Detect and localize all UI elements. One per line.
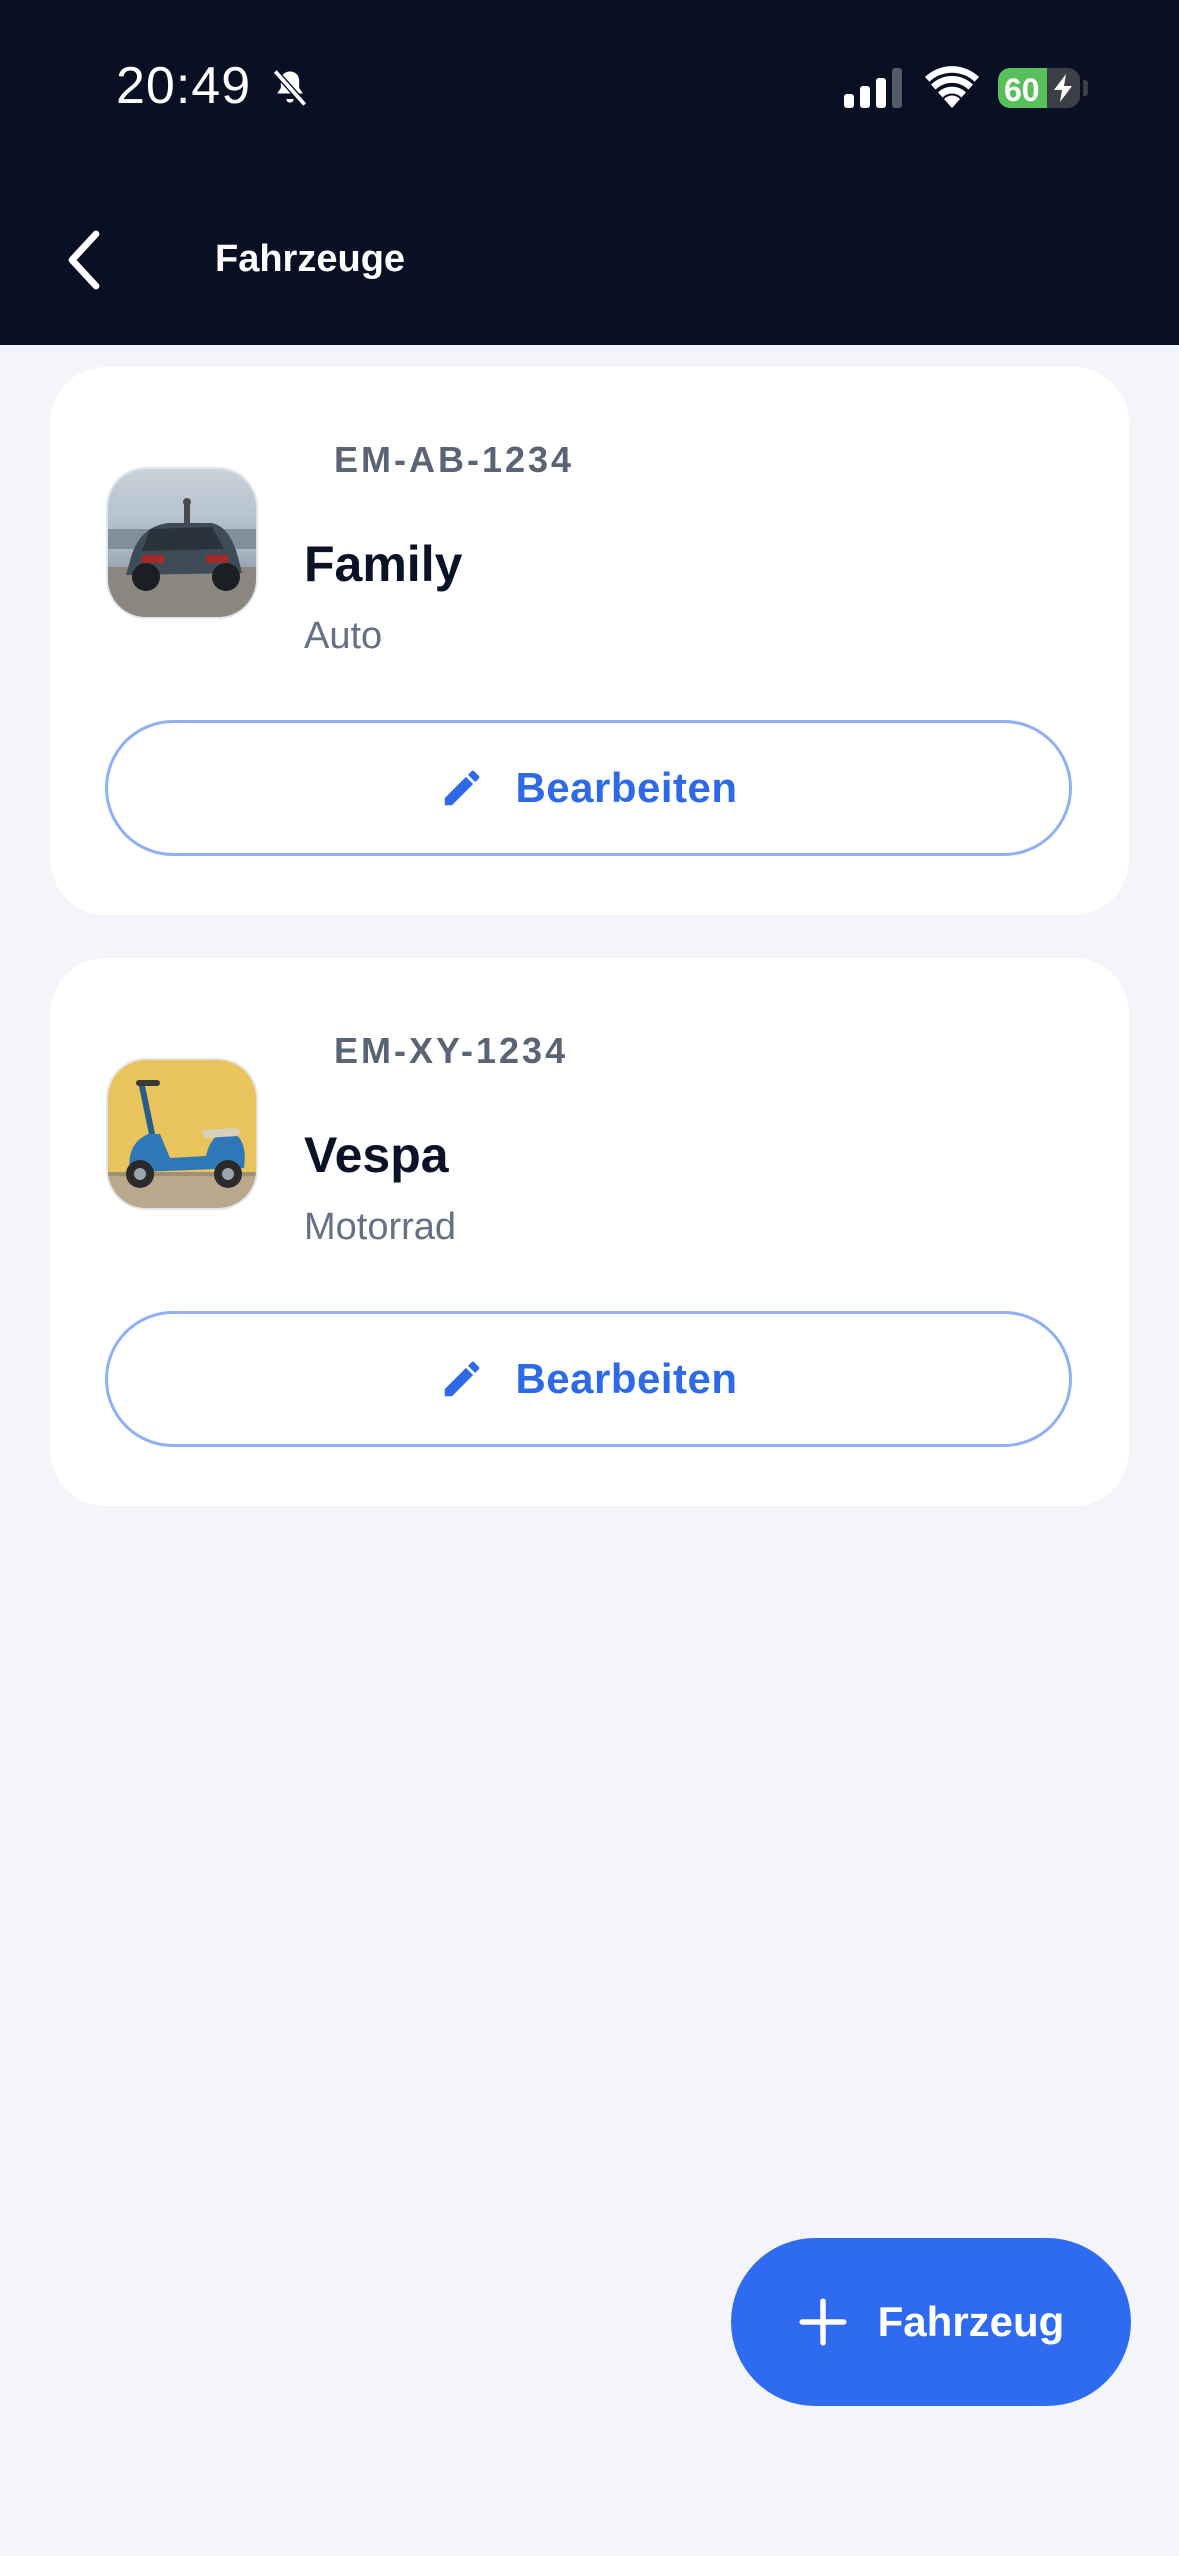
vehicle-name: Family [304, 536, 463, 592]
battery-charging-icon [1054, 74, 1072, 102]
vehicle-image [106, 467, 258, 619]
vehicle-card: EM-XY-1234 Vespa Motorrad Bearbeiten [50, 958, 1129, 1506]
app-header: 20:49 60 Fahrzeuge [0, 0, 1179, 345]
page-title: Fahrzeuge [215, 238, 406, 280]
vehicle-type: Auto [304, 615, 383, 657]
vehicle-card: EM-AB-1234 Family Auto Bearbeiten [50, 367, 1129, 915]
edit-button-label: Bearbeiten [515, 1355, 738, 1402]
plus-icon [799, 2298, 847, 2346]
wifi-icon [925, 66, 979, 108]
pencil-icon [445, 770, 480, 806]
license-plate: EM-AB-1234 [334, 439, 575, 480]
cellular-signal-icon [844, 68, 902, 108]
battery-percent: 60 [1004, 72, 1040, 108]
battery-indicator: 60 [998, 68, 1080, 108]
edit-button-label: Bearbeiten [515, 764, 738, 811]
edit-button[interactable]: Bearbeiten [105, 1311, 1072, 1447]
back-button[interactable] [56, 222, 112, 298]
edit-button[interactable]: Bearbeiten [105, 720, 1072, 856]
vehicle-image [106, 1058, 258, 1210]
status-time: 20:49 [116, 57, 252, 115]
add-vehicle-label: Fahrzeug [877, 2298, 1065, 2345]
battery-tip [1083, 80, 1088, 96]
pencil-icon [445, 1361, 480, 1397]
license-plate: EM-XY-1234 [334, 1030, 569, 1071]
vehicle-name: Vespa [304, 1127, 449, 1183]
chevron-left-icon [68, 230, 100, 290]
car-photo [108, 469, 256, 617]
scooter-photo [108, 1060, 256, 1208]
vehicle-type: Motorrad [304, 1206, 457, 1248]
add-vehicle-button[interactable]: Fahrzeug [731, 2238, 1131, 2406]
bell-slash-icon [272, 69, 308, 107]
